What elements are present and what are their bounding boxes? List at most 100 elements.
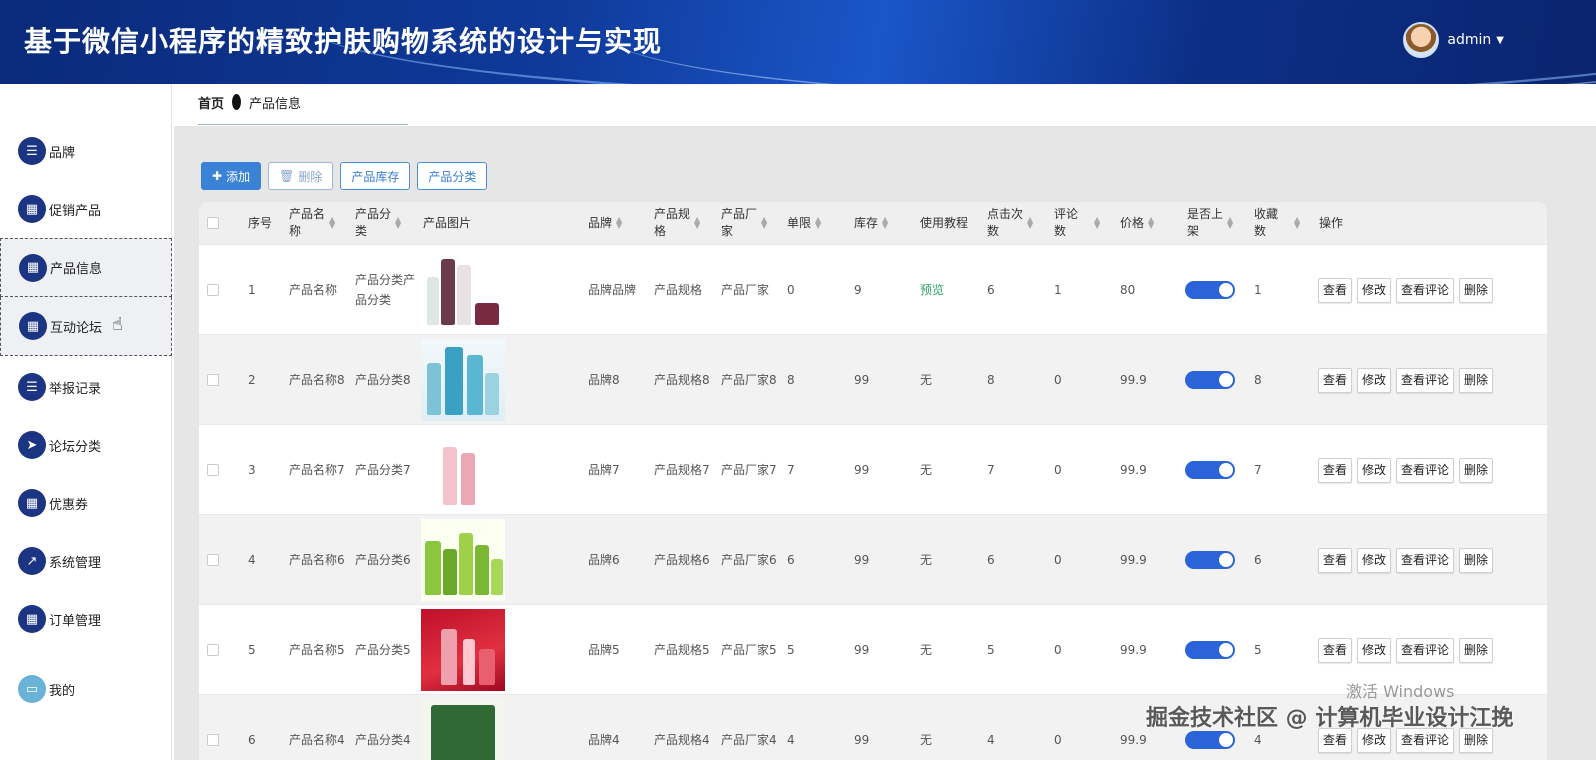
- column-header-brand[interactable]: 品牌 ▲ ▼: [588, 202, 624, 244]
- product-image[interactable]: [421, 609, 505, 691]
- column-header-clicks[interactable]: 点击次数 ▲ ▼: [987, 202, 1035, 244]
- cell-category: 产品分类产品分类: [355, 273, 416, 307]
- avatar[interactable]: [1403, 22, 1440, 58]
- select-all-checkbox-cell[interactable]: [207, 202, 219, 244]
- row-checkbox[interactable]: [207, 734, 219, 746]
- delete-button[interactable]: 🗑 删除: [268, 162, 334, 190]
- sort-icon[interactable]: ▲ ▼: [1294, 216, 1302, 230]
- onsale-toggle[interactable]: [1185, 371, 1235, 389]
- delete-row-button[interactable]: 删除: [1459, 547, 1494, 573]
- sidebar-item-report[interactable]: ☰ 举报记录: [0, 358, 172, 416]
- edit-button[interactable]: 修改: [1357, 457, 1392, 483]
- row-checkbox-cell[interactable]: [207, 515, 219, 605]
- sidebar-item-forum[interactable]: ▦ 互动论坛: [0, 297, 172, 356]
- product-image[interactable]: [421, 429, 505, 511]
- sort-icon[interactable]: ▲ ▼: [694, 216, 702, 230]
- row-checkbox-cell[interactable]: [207, 245, 219, 335]
- product-image[interactable]: [421, 699, 505, 760]
- sort-icon[interactable]: ▲ ▼: [1227, 216, 1235, 230]
- column-header-favorites[interactable]: 收藏数 ▲ ▼: [1254, 202, 1302, 244]
- column-header-onsale[interactable]: 是否上架 ▲ ▼: [1187, 202, 1235, 244]
- sort-icon[interactable]: ▲ ▼: [395, 216, 403, 230]
- sort-icon[interactable]: ▲ ▼: [329, 216, 337, 230]
- column-header-maker[interactable]: 产品厂家 ▲ ▼: [721, 202, 769, 244]
- onsale-toggle[interactable]: [1185, 461, 1235, 479]
- column-header-comments[interactable]: 评论数 ▲ ▼: [1054, 202, 1102, 244]
- row-checkbox-cell[interactable]: [207, 695, 219, 760]
- onsale-toggle[interactable]: [1185, 641, 1235, 659]
- view-button[interactable]: 查看: [1318, 277, 1353, 303]
- cell-spec: 产品规格4: [654, 733, 710, 747]
- row-checkbox[interactable]: [207, 374, 219, 386]
- onsale-toggle[interactable]: [1185, 281, 1235, 299]
- edit-button[interactable]: 修改: [1357, 637, 1392, 663]
- header-label: 使用教程: [920, 215, 969, 230]
- stock-button[interactable]: 产品库存: [340, 162, 411, 190]
- row-checkbox[interactable]: [207, 554, 219, 566]
- product-bottle: [441, 259, 455, 325]
- view-comments-button[interactable]: 查看评论: [1396, 457, 1455, 483]
- column-header-spec[interactable]: 产品规格 ▲ ▼: [654, 202, 702, 244]
- row-checkbox-cell[interactable]: [207, 605, 219, 695]
- sidebar-item-system[interactable]: ↗ 系统管理: [0, 532, 172, 590]
- onsale-toggle[interactable]: [1185, 551, 1235, 569]
- view-button[interactable]: 查看: [1318, 367, 1353, 393]
- cell-stock: 99: [854, 463, 870, 477]
- sidebar-item-product-info[interactable]: ▦ 产品信息: [0, 238, 172, 297]
- sort-icon[interactable]: ▲ ▼: [1148, 216, 1156, 230]
- grid-icon: ▦: [18, 195, 46, 223]
- sidebar-item-brand[interactable]: ☰ 品牌: [0, 122, 172, 180]
- delete-row-button[interactable]: 删除: [1459, 457, 1494, 483]
- cell-spec: 产品规格5: [654, 643, 710, 657]
- view-button[interactable]: 查看: [1318, 547, 1353, 573]
- row-checkbox[interactable]: [207, 464, 219, 476]
- chevron-down-icon[interactable]: ▼: [1496, 35, 1504, 46]
- sidebar-item-promotion[interactable]: ▦ 促销产品: [0, 180, 172, 238]
- sidebar-item-coupon[interactable]: ▦ 优惠券: [0, 474, 172, 532]
- category-button[interactable]: 产品分类: [417, 162, 488, 190]
- sort-icon[interactable]: ▲ ▼: [815, 216, 823, 230]
- sidebar-item-orders[interactable]: ▦ 订单管理: [0, 590, 172, 648]
- sort-icon[interactable]: ▲ ▼: [1094, 216, 1102, 230]
- column-header-stock[interactable]: 库存 ▲ ▼: [854, 202, 890, 244]
- column-header-limit[interactable]: 单限 ▲ ▼: [787, 202, 823, 244]
- edit-button[interactable]: 修改: [1357, 367, 1392, 393]
- row-checkbox[interactable]: [207, 644, 219, 656]
- view-comments-button[interactable]: 查看评论: [1396, 367, 1455, 393]
- sort-icon[interactable]: ▲ ▼: [761, 216, 769, 230]
- column-header-category[interactable]: 产品分类 ▲ ▼: [355, 202, 403, 244]
- onsale-toggle[interactable]: [1185, 731, 1235, 749]
- product-image[interactable]: [421, 519, 505, 601]
- view-button[interactable]: 查看: [1318, 457, 1353, 483]
- grid-icon: ▦: [18, 489, 46, 517]
- view-button[interactable]: 查看: [1318, 637, 1353, 663]
- delete-row-button[interactable]: 删除: [1459, 367, 1494, 393]
- sidebar-item-label: 举报记录: [49, 381, 102, 397]
- delete-row-button[interactable]: 删除: [1459, 637, 1494, 663]
- sort-icon[interactable]: ▲ ▼: [882, 216, 890, 230]
- add-button[interactable]: ✚ 添加: [201, 162, 262, 190]
- delete-row-button[interactable]: 删除: [1459, 277, 1494, 303]
- header-label: 品牌: [588, 215, 613, 230]
- row-checkbox[interactable]: [207, 284, 219, 296]
- view-comments-button[interactable]: 查看评论: [1396, 277, 1455, 303]
- view-comments-button[interactable]: 查看评论: [1396, 637, 1455, 663]
- sort-icon[interactable]: ▲ ▼: [616, 216, 624, 230]
- view-comments-button[interactable]: 查看评论: [1396, 547, 1455, 573]
- product-image[interactable]: [421, 249, 505, 331]
- edit-button[interactable]: 修改: [1357, 547, 1392, 573]
- product-image[interactable]: [421, 339, 505, 421]
- username[interactable]: admin: [1447, 32, 1491, 48]
- select-all-checkbox[interactable]: [207, 217, 219, 229]
- edit-button[interactable]: 修改: [1357, 277, 1392, 303]
- column-header-price[interactable]: 价格 ▲ ▼: [1120, 202, 1156, 244]
- user-menu[interactable]: admin ▼: [1403, 22, 1504, 58]
- row-checkbox-cell[interactable]: [207, 425, 219, 515]
- row-checkbox-cell[interactable]: [207, 335, 219, 425]
- sidebar-item-forum-category[interactable]: ➤ 论坛分类: [0, 416, 172, 474]
- sort-icon[interactable]: ▲ ▼: [1027, 216, 1035, 230]
- breadcrumb-home[interactable]: 首页: [198, 93, 224, 112]
- column-header-name[interactable]: 产品名称 ▲ ▼: [289, 202, 337, 244]
- cell-tutorial[interactable]: 预览: [920, 245, 944, 335]
- sidebar-item-mine[interactable]: ▭ 我的: [0, 660, 172, 718]
